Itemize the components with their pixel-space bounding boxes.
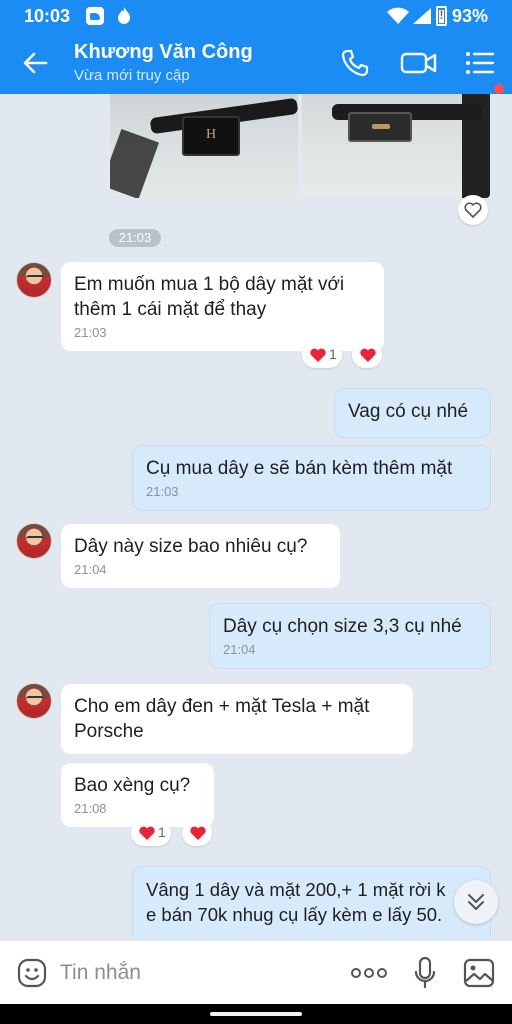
message-bubble-outgoing[interactable]: Vag có cụ nhé xyxy=(334,388,491,438)
chat-header: Khương Văn Công Vừa mới truy cập xyxy=(0,32,512,94)
product-photo-belt-2[interactable] xyxy=(302,94,490,198)
message-bubble-outgoing[interactable]: Vâng 1 dây và mặt 200,+ 1 mặt rời k e bá… xyxy=(132,866,491,940)
photo-buckle xyxy=(182,116,240,156)
menu-list-icon[interactable] xyxy=(464,49,496,77)
image-gallery-icon[interactable] xyxy=(462,957,496,989)
contact-name[interactable]: Khương Văn Công xyxy=(74,41,253,64)
heart-outline-icon xyxy=(464,202,482,218)
heart-icon xyxy=(310,348,326,362)
reaction-count: 1 xyxy=(329,346,337,362)
message-text-line: Cho em dây đen + mặt Tesla + mặt xyxy=(74,696,370,717)
message-composer xyxy=(0,940,512,1004)
message-text-line: Vag có cụ nhé xyxy=(348,401,469,422)
status-bar: 10:03 93% xyxy=(0,0,512,32)
message-time: 21:03 xyxy=(146,484,179,499)
reaction-count: 1 xyxy=(158,824,166,840)
battery-percent: 93% xyxy=(452,6,489,26)
signal-icon xyxy=(413,8,431,24)
message-bubble-incoming[interactable]: Cho em dây đen + mặt Tesla + mặt Porsche xyxy=(61,684,413,754)
message-text-line: Em muốn mua 1 bộ dây mặt với xyxy=(74,274,345,295)
battery-icon xyxy=(436,6,447,26)
contact-status: Vừa mới truy cập xyxy=(74,67,190,84)
chevron-double-down-icon xyxy=(468,894,484,910)
time-separator: 21:03 xyxy=(109,229,161,247)
message-text-line: Dây cụ chọn size 3,3 cụ nhé xyxy=(223,616,462,637)
react-heart-button[interactable] xyxy=(458,195,488,225)
status-time: 10:03 xyxy=(24,6,71,26)
message-bubble-incoming[interactable]: Dây này size bao nhiêu cụ? 21:04 xyxy=(61,524,340,588)
flame-icon xyxy=(118,7,130,24)
message-time: 21:03 xyxy=(74,325,107,340)
microphone-icon[interactable] xyxy=(412,955,438,991)
reaction-summary[interactable]: 1 xyxy=(131,820,171,846)
photo-belt-strap xyxy=(110,128,160,198)
system-nav-bar xyxy=(0,1004,512,1024)
message-text-line: Cụ mua dây e sẽ bán kèm thêm mặt xyxy=(146,458,453,479)
message-text-line: Porsche xyxy=(74,721,144,742)
back-arrow-icon[interactable] xyxy=(18,46,52,80)
contact-avatar[interactable] xyxy=(16,523,52,559)
message-bubble-outgoing[interactable]: Dây cụ chọn size 3,3 cụ nhé 21:04 xyxy=(209,603,491,669)
contact-avatar[interactable] xyxy=(16,262,52,298)
heart-icon xyxy=(139,826,155,840)
message-bubble-incoming[interactable]: Bao xèng cụ? 21:08 xyxy=(61,763,214,827)
contact-avatar[interactable] xyxy=(16,683,52,719)
message-text-line: Vâng 1 dây và mặt 200,+ 1 mặt rời k xyxy=(146,879,446,900)
more-options-icon[interactable] xyxy=(350,963,388,983)
product-photo-belt-1[interactable] xyxy=(110,94,298,198)
wifi-icon xyxy=(387,7,409,24)
scroll-to-bottom-button[interactable] xyxy=(454,880,498,924)
photo-buckle xyxy=(348,112,412,142)
app-notification-icon xyxy=(86,7,104,25)
video-call-icon[interactable] xyxy=(400,48,438,78)
sticker-emoji-icon[interactable] xyxy=(16,957,48,989)
message-text-line: Dây này size bao nhiêu cụ? xyxy=(74,536,308,557)
home-gesture-pill[interactable] xyxy=(210,1012,302,1016)
heart-icon xyxy=(360,348,376,362)
message-bubble-outgoing[interactable]: Cụ mua dây e sẽ bán kèm thêm mặt 21:03 xyxy=(132,445,491,511)
reaction-summary[interactable]: 1 xyxy=(302,342,342,368)
chat-thread[interactable]: 21:03 Em muốn mua 1 bộ dây mặt với thêm … xyxy=(0,94,512,940)
heart-icon xyxy=(190,826,206,840)
message-text-line: thêm 1 cái mặt để thay xyxy=(74,299,267,320)
react-heart-button[interactable] xyxy=(182,820,212,846)
message-time: 21:04 xyxy=(74,562,107,577)
react-heart-button[interactable] xyxy=(352,342,382,368)
message-input[interactable] xyxy=(60,959,330,987)
message-text-line: e bán 70k nhug cụ lấy kèm e lấy 50. xyxy=(146,904,443,925)
message-time: 21:04 xyxy=(223,642,256,657)
notification-dot xyxy=(494,84,504,94)
message-bubble-incoming[interactable]: Em muốn mua 1 bộ dây mặt với thêm 1 cái … xyxy=(61,262,384,351)
message-text-line: Bao xèng cụ? xyxy=(74,775,191,796)
phone-call-icon[interactable] xyxy=(340,48,370,78)
message-time: 21:08 xyxy=(74,801,107,816)
